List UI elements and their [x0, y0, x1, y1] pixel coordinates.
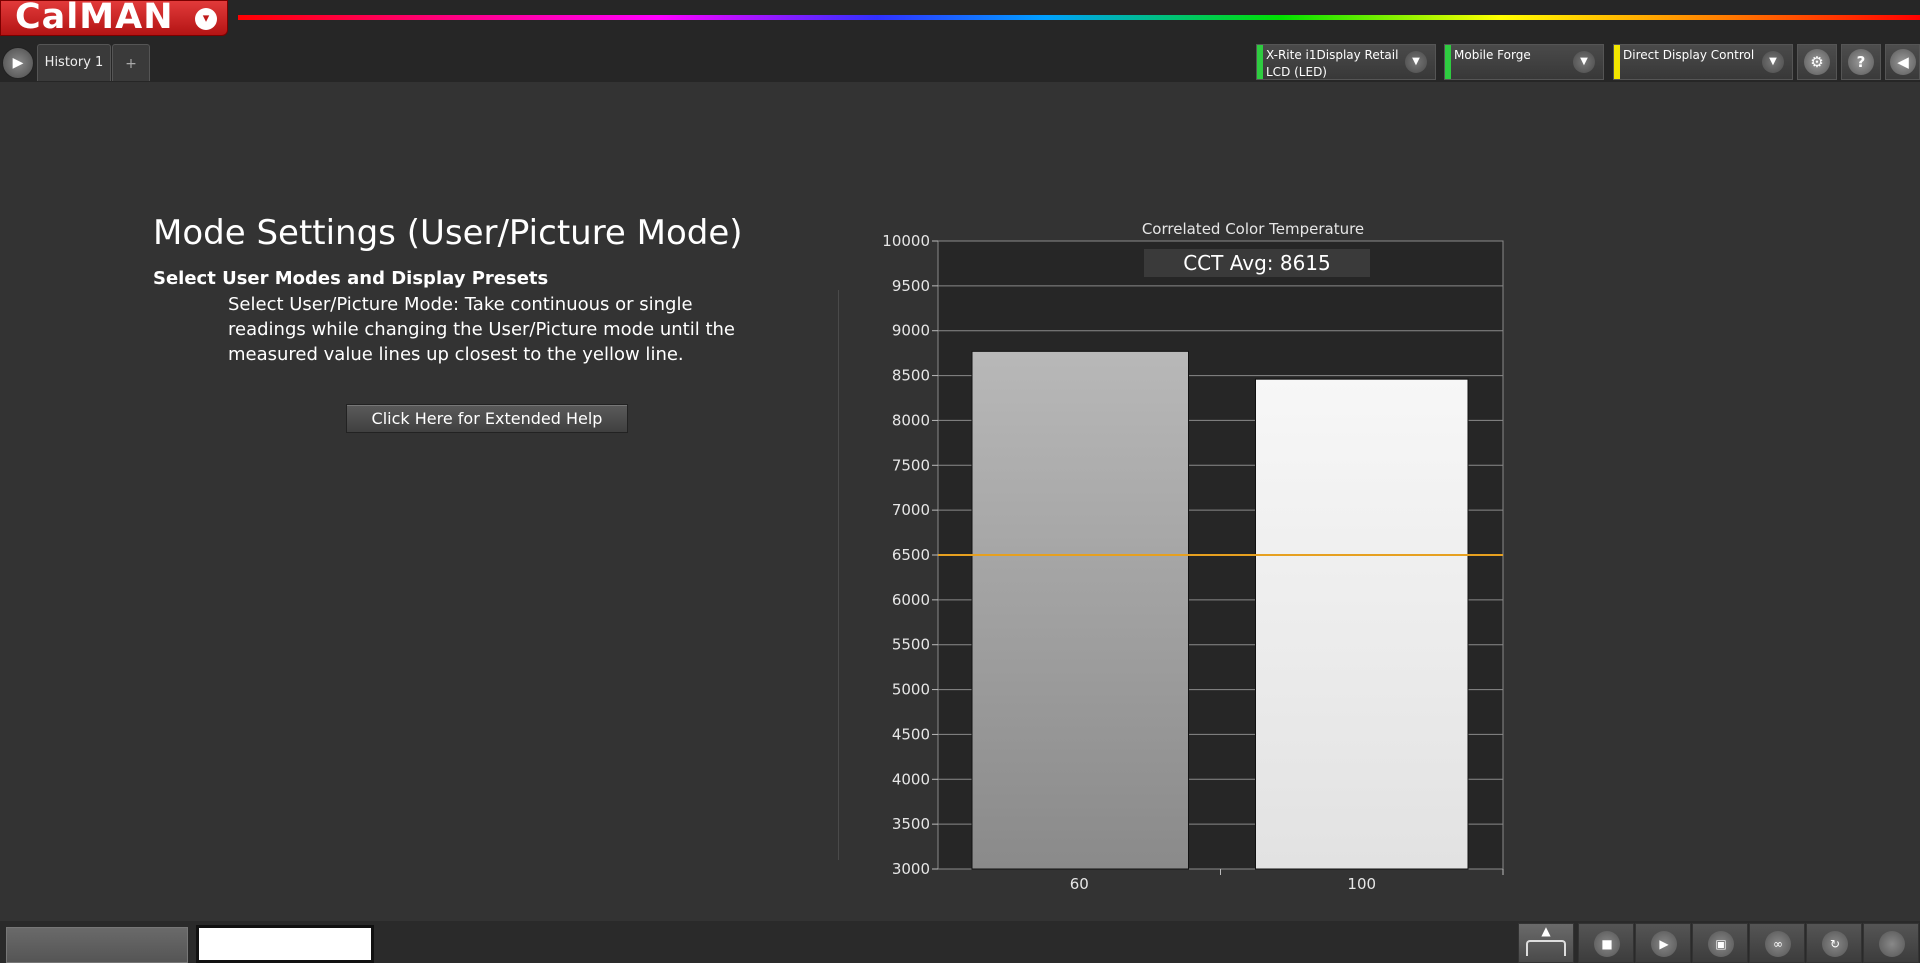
add-tab-button[interactable]: + [112, 44, 150, 81]
app-logo: CalMAN [15, 0, 174, 37]
page-title: Mode Settings (User/Picture Mode) [153, 213, 743, 253]
bottom-tab-inactive[interactable] [6, 927, 188, 963]
y-tick-label: 8000 [892, 411, 930, 429]
bar-100 [1255, 378, 1469, 870]
y-tick-label: 4000 [892, 770, 930, 788]
y-tick-label: 8500 [892, 367, 930, 385]
y-tick-label: 7000 [892, 501, 930, 519]
play-arrow-icon[interactable]: ▶ [2, 47, 34, 79]
x-tick-label: 60 [1070, 875, 1089, 893]
bar-60 [971, 350, 1189, 870]
play-icon: ▶ [1651, 931, 1677, 957]
bottom-tab-active[interactable] [196, 925, 374, 963]
y-tick-label: 3000 [892, 860, 930, 878]
y-tick-label: 10000 [882, 232, 930, 250]
chart-title: Correlated Color Temperature [1142, 220, 1364, 238]
display-control-selector[interactable]: Direct Display Control ▼ [1613, 44, 1793, 80]
status-indicator [1445, 45, 1451, 79]
calman-logo-menu[interactable]: CalMAN ▾ [0, 0, 228, 37]
refresh-button[interactable]: ↻ [1806, 923, 1862, 963]
x-tick-label: 100 [1347, 875, 1376, 893]
y-tick-label: 7500 [892, 456, 930, 474]
section-subtitle: Select User Modes and Display Presets [153, 268, 549, 289]
record-icon [1879, 931, 1905, 957]
pattern-source-selector[interactable]: Mobile Forge ▼ [1444, 44, 1604, 80]
up-arrow-icon[interactable]: ▲ [1518, 923, 1574, 963]
save-icon: ▣ [1708, 931, 1734, 957]
help-icon: ? [1848, 49, 1874, 75]
x-axis: 60 100 [1070, 869, 1504, 893]
cct-bar-chart: Correlated Color Temperature 10000 9500 90… [882, 220, 1504, 893]
extended-help-button[interactable]: Click Here for Extended Help [346, 404, 628, 433]
y-tick-label: 4500 [892, 725, 930, 743]
refresh-icon: ↻ [1822, 931, 1848, 957]
tab-history-1[interactable]: History 1 [37, 44, 111, 81]
stop-button[interactable]: ■ [1578, 923, 1634, 963]
stop-icon: ■ [1594, 931, 1620, 957]
y-axis: 10000 9500 9000 8500 8000 7500 7000 6500 6000 550… [882, 232, 938, 878]
y-tick-label: 9500 [892, 277, 930, 295]
status-indicator [1614, 45, 1620, 79]
y-tick-label: 6000 [892, 591, 930, 609]
y-tick-label: 5500 [892, 636, 930, 654]
meter-selector[interactable]: X-Rite i1Display Retail LCD (LED) ▼ [1256, 44, 1436, 80]
divider [838, 290, 839, 860]
y-tick-label: 3500 [892, 815, 930, 833]
chevron-down-icon[interactable]: ▾ [195, 8, 217, 30]
y-tick-label: 6500 [892, 546, 930, 564]
save-button[interactable]: ▣ [1692, 923, 1748, 963]
continuous-icon: ∞ [1765, 931, 1791, 957]
chevron-left-icon: ◀ [1890, 49, 1916, 75]
cct-avg-label: CCT Avg: 8615 [1183, 251, 1331, 275]
play-button[interactable]: ▶ [1635, 923, 1691, 963]
rainbow-bar [238, 15, 1920, 20]
gear-icon: ⚙ [1804, 49, 1830, 75]
chevron-down-icon[interactable]: ▼ [1573, 51, 1595, 73]
collapse-button[interactable]: ◀ [1885, 44, 1920, 80]
continuous-button[interactable]: ∞ [1749, 923, 1805, 963]
instructions-text: Select User/Picture Mode: Take continuou… [228, 294, 736, 365]
y-tick-label: 9000 [892, 322, 930, 340]
record-button[interactable] [1863, 923, 1919, 963]
status-indicator [1257, 45, 1263, 79]
help-button[interactable]: ? [1841, 44, 1881, 80]
settings-button[interactable]: ⚙ [1797, 44, 1837, 80]
y-tick-label: 5000 [892, 681, 930, 699]
chevron-down-icon[interactable]: ▼ [1762, 51, 1784, 73]
chevron-down-icon[interactable]: ▼ [1405, 51, 1427, 73]
